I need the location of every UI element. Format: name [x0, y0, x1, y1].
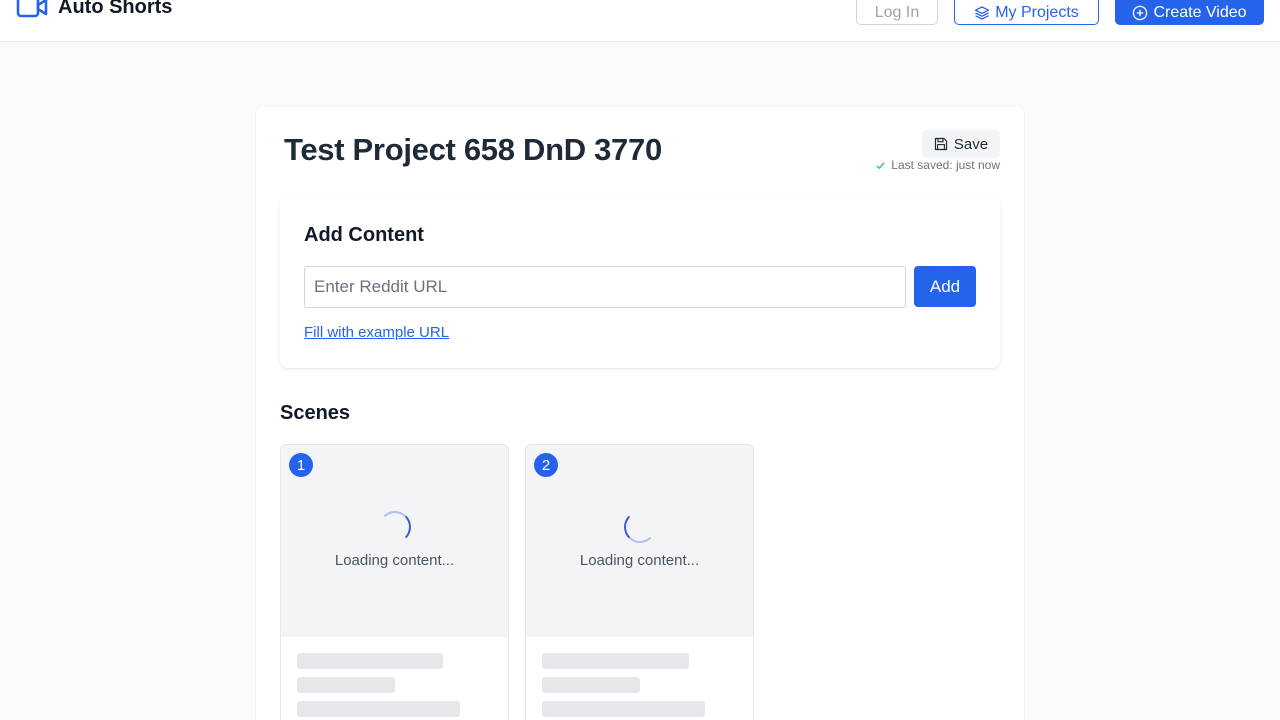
login-button-label: Log In [874, 3, 920, 21]
skeleton-line [542, 677, 640, 693]
skeleton-line [542, 653, 689, 669]
save-status-text: Last saved: just now [891, 158, 1000, 172]
scene-card[interactable]: 2 Loading content... [525, 444, 754, 720]
brand[interactable]: Auto Shorts [16, 0, 172, 22]
project-card: Test Project 658 DnD 3770 Save Last save… [256, 106, 1024, 720]
layers-icon [975, 5, 990, 20]
loading-text: Loading content... [334, 552, 455, 569]
scene-preview: 1 Loading content... [281, 445, 508, 637]
my-projects-button[interactable]: My Projects [954, 0, 1099, 25]
scene-number-badge: 2 [534, 453, 558, 477]
check-icon [876, 161, 885, 169]
add-button[interactable]: Add [914, 266, 976, 307]
my-projects-label: My Projects [995, 3, 1079, 21]
skeleton-line [542, 701, 705, 717]
skeleton-line [297, 701, 460, 717]
fill-example-url-link[interactable]: Fill with example URL [304, 324, 449, 341]
save-button[interactable]: Save [922, 130, 1000, 158]
project-title[interactable]: Test Project 658 DnD 3770 [284, 132, 662, 168]
loading-text: Loading content... [579, 552, 700, 569]
scene-number-badge: 1 [289, 453, 313, 477]
loading-spinner-icon [623, 511, 656, 543]
login-button[interactable]: Log In [856, 0, 938, 25]
scenes-title: Scenes [280, 402, 351, 424]
skeleton-line [297, 653, 443, 669]
save-button-label: Save [953, 135, 989, 153]
video-camera-icon [16, 0, 48, 18]
save-status: Last saved: just now [875, 158, 1000, 172]
skeleton-line [297, 677, 395, 693]
brand-name: Auto Shorts [58, 0, 173, 18]
add-content-panel: Add Content Add Fill with example URL [280, 196, 1000, 368]
create-video-label: Create Video [1153, 3, 1247, 21]
top-navbar: Auto Shorts Log In My Projects Create Vi… [0, 0, 1280, 42]
add-content-title: Add Content [304, 224, 424, 246]
create-video-button[interactable]: Create Video [1115, 0, 1264, 25]
reddit-url-input[interactable] [304, 266, 906, 308]
scene-preview: 2 Loading content... [526, 445, 753, 637]
scene-card[interactable]: 1 Loading content... [280, 444, 509, 720]
plus-circle-icon [1133, 5, 1148, 20]
loading-spinner-icon [378, 511, 411, 543]
floppy-disk-icon [934, 137, 947, 151]
